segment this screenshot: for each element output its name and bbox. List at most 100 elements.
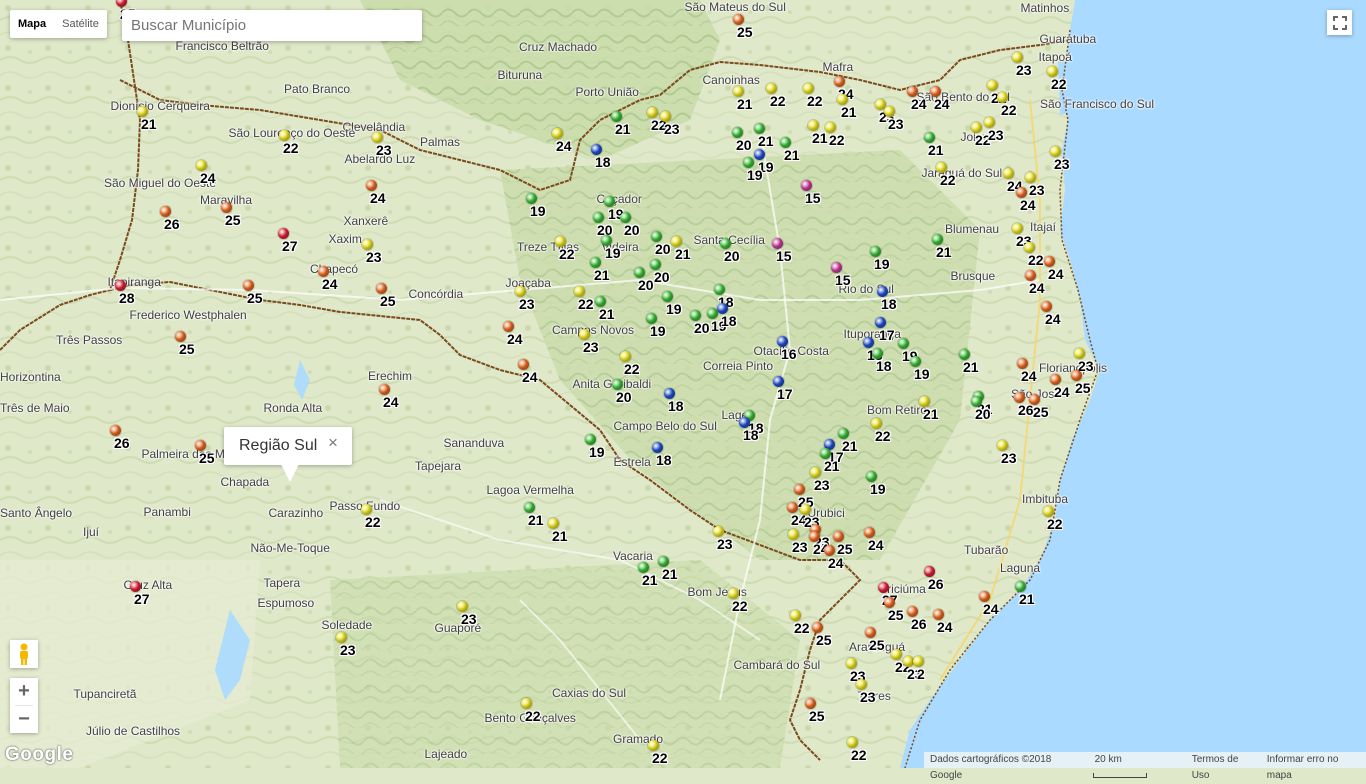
temperature-marker[interactable]: 22 xyxy=(615,351,640,379)
temperature-marker[interactable]: 22 xyxy=(931,162,956,190)
temperature-marker[interactable]: 22 xyxy=(992,92,1017,120)
temperature-marker[interactable]: 21 xyxy=(749,123,774,151)
temperature-marker[interactable]: 21 xyxy=(919,132,944,160)
temperature-marker[interactable]: 26 xyxy=(919,566,944,594)
temperature-marker[interactable]: 21 xyxy=(666,236,691,264)
temperature-marker[interactable]: 15 xyxy=(826,262,851,290)
temperature-marker[interactable]: 23 xyxy=(367,132,392,160)
temperature-marker[interactable]: 27 xyxy=(125,581,150,609)
temperature-marker[interactable]: 25 xyxy=(170,331,195,359)
google-logo[interactable]: Google xyxy=(5,744,73,766)
temperature-marker[interactable]: 19 xyxy=(521,193,546,221)
temperature-marker[interactable]: 16 xyxy=(772,336,797,364)
map-canvas[interactable] xyxy=(0,0,1366,768)
temperature-marker[interactable]: 25 xyxy=(238,280,263,308)
info-window-close-button[interactable]: × xyxy=(328,433,338,453)
temperature-marker[interactable]: 19 xyxy=(865,246,890,274)
temperature-marker[interactable]: 22 xyxy=(569,286,594,314)
temperature-marker[interactable]: 21 xyxy=(606,111,631,139)
temperature-marker[interactable]: 23 xyxy=(1045,146,1070,174)
temperature-marker[interactable]: 19 xyxy=(738,157,763,185)
temperature-marker[interactable]: 21 xyxy=(633,562,658,590)
temperature-marker[interactable]: 21 xyxy=(543,518,568,546)
temperature-marker[interactable]: 22 xyxy=(274,130,299,158)
temperature-marker[interactable]: 19 xyxy=(861,471,886,499)
zoom-in-button[interactable]: + xyxy=(10,678,38,705)
temperature-marker[interactable]: 25 xyxy=(216,202,241,230)
temperature-marker[interactable]: 25 xyxy=(807,622,832,650)
temperature-marker[interactable]: 18 xyxy=(647,442,672,470)
temperature-marker[interactable]: 18 xyxy=(586,144,611,172)
temperature-marker[interactable]: 22 xyxy=(798,83,823,111)
temperature-marker[interactable]: 25 xyxy=(190,440,215,468)
temperature-marker[interactable]: 23 xyxy=(1007,52,1032,80)
temperature-marker[interactable]: 19 xyxy=(905,356,930,384)
temperature-marker[interactable]: 21 xyxy=(775,137,800,165)
temperature-marker[interactable]: 24 xyxy=(361,180,386,208)
temperature-marker[interactable]: 25 xyxy=(371,283,396,311)
temperature-marker[interactable]: 25 xyxy=(1024,394,1049,422)
temperature-marker[interactable]: 20 xyxy=(727,127,752,155)
temperature-marker[interactable]: 24 xyxy=(513,359,538,387)
temperature-marker[interactable]: 23 xyxy=(331,632,356,660)
temperature-marker[interactable]: 18 xyxy=(734,417,759,445)
temperature-marker[interactable]: 22 xyxy=(761,83,786,111)
temperature-marker[interactable]: 20 xyxy=(715,238,740,266)
temperature-marker[interactable]: 22 xyxy=(1019,242,1044,270)
temperature-marker[interactable]: 23 xyxy=(510,286,535,314)
temperature-marker[interactable]: 24 xyxy=(1045,374,1070,402)
street-view-pegman-button[interactable] xyxy=(10,640,38,668)
temperature-marker[interactable]: 24 xyxy=(498,321,523,349)
fullscreen-button[interactable] xyxy=(1327,10,1352,35)
temperature-marker[interactable]: 22 xyxy=(550,236,575,264)
temperature-marker[interactable]: 22 xyxy=(516,698,541,726)
temperature-marker[interactable]: 21 xyxy=(132,106,157,134)
temperature-marker[interactable]: 22 xyxy=(785,610,810,638)
temperature-marker[interactable]: 27 xyxy=(273,228,298,256)
temperature-marker[interactable]: 20 xyxy=(966,396,991,424)
temperature-marker[interactable]: 15 xyxy=(796,180,821,208)
temperature-marker[interactable]: 23 xyxy=(851,679,876,707)
temperature-marker[interactable]: 23 xyxy=(574,329,599,357)
temperature-marker[interactable]: 19 xyxy=(580,434,605,462)
temperature-marker[interactable]: 21 xyxy=(914,396,939,424)
map-type-satellite-button[interactable]: Satélite xyxy=(54,10,107,38)
temperature-marker[interactable]: 21 xyxy=(954,349,979,377)
temperature-marker[interactable]: 23 xyxy=(879,106,904,134)
temperature-marker[interactable]: 17 xyxy=(768,376,793,404)
search-municipality-input[interactable] xyxy=(122,10,422,41)
temperature-marker[interactable]: 15 xyxy=(767,238,792,266)
terms-link[interactable]: Termos de Uso xyxy=(1186,752,1261,781)
temperature-marker[interactable]: 22 xyxy=(1038,506,1063,534)
temperature-marker[interactable]: 25 xyxy=(800,698,825,726)
temperature-marker[interactable]: 20 xyxy=(629,267,654,295)
temperature-marker[interactable]: 23 xyxy=(357,239,382,267)
temperature-marker[interactable]: 21 xyxy=(1010,581,1035,609)
temperature-marker[interactable]: 22 xyxy=(1042,66,1067,94)
temperature-marker[interactable]: 24 xyxy=(819,545,844,573)
temperature-marker[interactable]: 25 xyxy=(728,14,753,42)
temperature-marker[interactable]: 23 xyxy=(708,526,733,554)
temperature-marker[interactable]: 18 xyxy=(659,388,684,416)
temperature-marker[interactable]: 24 xyxy=(191,160,216,188)
temperature-marker[interactable]: 21 xyxy=(585,257,610,285)
temperature-marker[interactable]: 21 xyxy=(519,502,544,530)
report-error-link[interactable]: Informar erro no mapa xyxy=(1261,752,1366,781)
temperature-marker[interactable]: 23 xyxy=(655,111,680,139)
temperature-marker[interactable]: 24 xyxy=(547,128,572,156)
temperature-marker[interactable]: 24 xyxy=(974,591,999,619)
temperature-marker[interactable]: 22 xyxy=(866,418,891,446)
temperature-marker[interactable]: 24 xyxy=(1011,187,1036,215)
temperature-marker[interactable]: 24 xyxy=(313,266,338,294)
temperature-marker[interactable]: 22 xyxy=(820,122,845,150)
temperature-marker[interactable]: 24 xyxy=(1036,301,1061,329)
temperature-marker[interactable]: 21 xyxy=(728,86,753,114)
temperature-marker[interactable]: 24 xyxy=(1020,270,1045,298)
zoom-out-button[interactable]: − xyxy=(10,706,38,733)
temperature-marker[interactable]: 23 xyxy=(452,601,477,629)
temperature-marker[interactable]: 20 xyxy=(646,231,671,259)
temperature-marker[interactable]: 24 xyxy=(859,527,884,555)
temperature-marker[interactable]: 20 xyxy=(607,379,632,407)
temperature-marker[interactable]: 22 xyxy=(723,588,748,616)
temperature-marker[interactable]: 21 xyxy=(832,94,857,122)
